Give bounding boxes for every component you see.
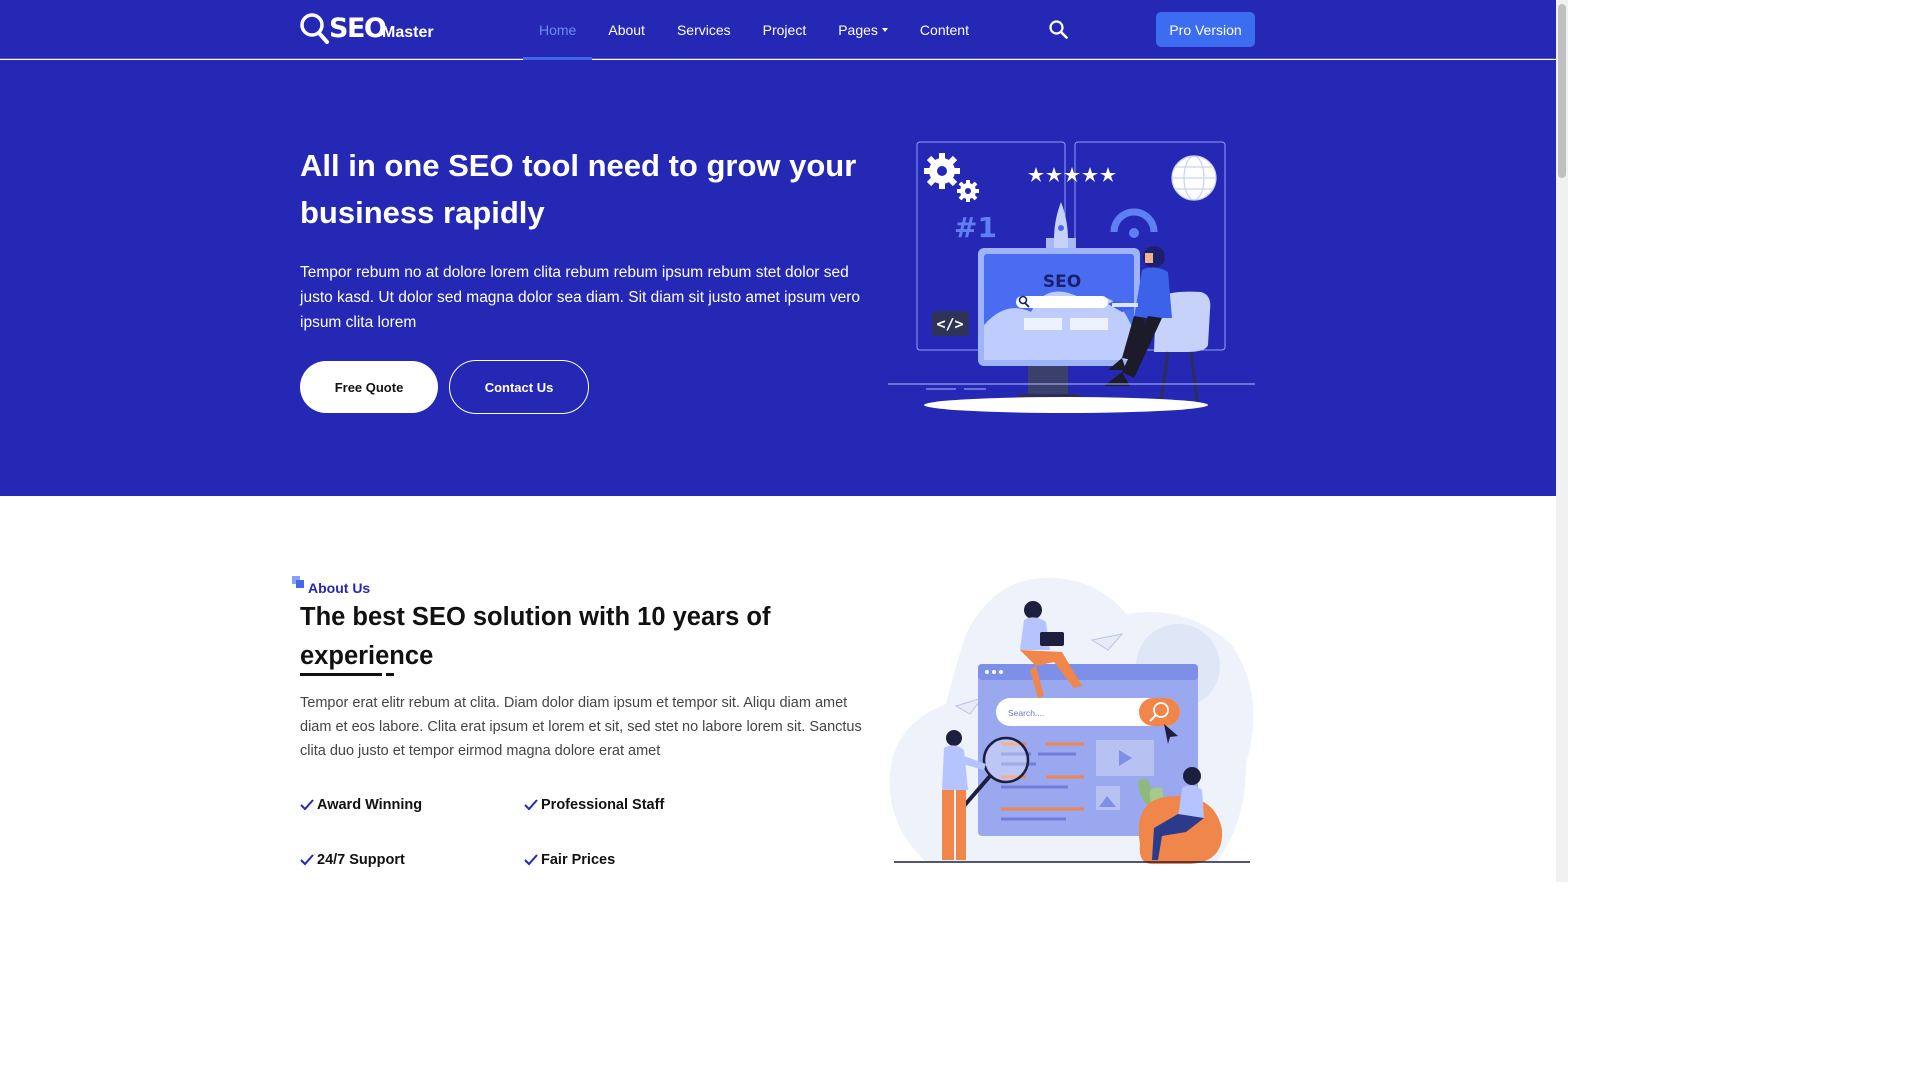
check-icon (300, 854, 314, 866)
about-illustration: Search.... (889, 577, 1254, 864)
hero-section: All in one SEO tool need to grow your bu… (0, 60, 1556, 496)
about-tag: About Us (292, 576, 370, 596)
nav-item-label: Project (762, 21, 807, 38)
title-underline-dot (386, 673, 394, 676)
chevron-down-icon (881, 27, 888, 32)
nav-item-project[interactable]: Project (747, 0, 823, 59)
nav-item-about[interactable]: About (592, 0, 661, 59)
about-text: Tempor erat elitr rebum at clita. Diam d… (300, 695, 862, 759)
seo-hero-illustration: #1 SEO </> (888, 141, 1255, 413)
screen-seo-label: SEO (1043, 272, 1081, 292)
page-scrollbar[interactable] (1556, 0, 1568, 882)
rank-label: #1 (954, 211, 997, 244)
nav-item-label: About (608, 21, 645, 38)
squares-icon (292, 576, 304, 588)
hero-text: Tempor rebum no at dolore lorem clita re… (300, 264, 860, 331)
feature-item: Fair Prices (524, 852, 615, 868)
hero-title: All in one SEO tool need to grow your bu… (300, 148, 857, 230)
logo-magnifier-icon (300, 13, 329, 44)
globe-icon (1171, 155, 1217, 201)
pro-version-button[interactable]: Pro Version (1156, 12, 1255, 47)
brand-name-main: SEO (329, 13, 387, 44)
about-tag-label: About Us (308, 580, 371, 596)
nav-item-home[interactable]: Home (523, 0, 593, 60)
illustration-search-placeholder: Search.... (1008, 708, 1044, 718)
title-underline (300, 673, 382, 676)
brand-name-sub: Master (382, 24, 434, 41)
code-tag-label: </> (936, 315, 963, 333)
feature-label: Professional Staff (541, 797, 665, 813)
nav-item-services[interactable]: Services (661, 0, 747, 59)
nav-item-pages[interactable]: Pages (822, 0, 904, 59)
nav-item-label: Home (539, 21, 577, 38)
check-icon (524, 854, 538, 866)
feature-item: 24/7 Support (300, 852, 405, 868)
nav-item-label: Services (676, 21, 731, 38)
about-title: The best SEO solution with 10 years of e… (300, 603, 771, 670)
feature-label: 24/7 Support (317, 852, 405, 868)
check-icon (300, 799, 314, 811)
scrollbar-thumb[interactable] (1558, 4, 1566, 178)
feature-label: Award Winning (317, 797, 423, 813)
rating-stars-icon (1028, 167, 1116, 182)
nav-item-content[interactable]: Content (904, 0, 985, 59)
feature-item: Professional Staff (524, 797, 664, 813)
check-icon (524, 799, 538, 811)
gear-icon (924, 153, 979, 202)
contact-us-button[interactable]: Contact Us (449, 360, 589, 414)
nav-menu: Home About Services Project Pages Conten… (523, 0, 985, 60)
nav-item-label: Content (919, 21, 969, 38)
search-icon[interactable] (1049, 20, 1068, 39)
feature-item: Award Winning (300, 797, 422, 813)
feature-label: Fair Prices (541, 852, 616, 868)
nav-item-label: Pages (838, 21, 878, 38)
navbar: SEO Master Home About Services Project P… (0, 0, 1556, 60)
free-quote-button[interactable]: Free Quote (300, 361, 438, 413)
